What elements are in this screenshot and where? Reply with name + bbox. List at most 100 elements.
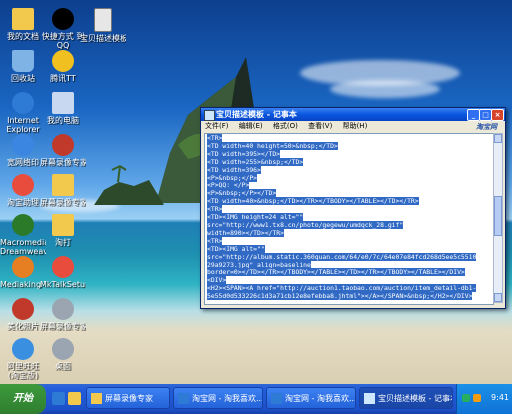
- code-line-text: <TD><IMG alt="": [207, 244, 265, 253]
- text-document-icon: [94, 8, 112, 32]
- notepad-window[interactable]: 宝贝描述模板 - 记事本 _ □ × 文件(F) 编辑(E) 格式(O) 查看(…: [200, 107, 506, 309]
- notepad-titlebar[interactable]: 宝贝描述模板 - 记事本 _ □ ×: [201, 108, 505, 121]
- aliwangwang-icon: [12, 338, 34, 360]
- task-screen-recorder[interactable]: 屏幕录像专家: [86, 387, 170, 409]
- code-line-text: <P>QQ: </P>: [207, 181, 250, 190]
- menu-bar: 文件(F) 编辑(E) 格式(O) 查看(V) 帮助(H) 淘宝网: [201, 121, 505, 132]
- shortcut-label: MkTalkSetup...: [40, 280, 86, 289]
- setup-icon: [52, 256, 74, 278]
- shortcut-label: 我的电脑: [47, 116, 79, 125]
- qq-penguin-icon: [52, 8, 74, 30]
- start-button[interactable]: 开始: [0, 384, 46, 414]
- task-notepad[interactable]: 宝贝描述模板 - 记事本: [359, 387, 453, 409]
- my-computer-icon: [52, 92, 74, 114]
- code-line-text: <TR>: [207, 205, 223, 214]
- recycle-bin-icon: [12, 50, 34, 72]
- code-line-text: <TD><IMG height=24 alt="": [207, 213, 304, 222]
- code-line-text: <TD width=40>&nbsp;</TD></TR></TBODY></T…: [207, 197, 419, 206]
- ie-icon: [271, 393, 282, 404]
- desktop-shortcut[interactable]: 桌面: [40, 338, 86, 371]
- network-icon: [12, 134, 34, 156]
- code-line: <TD width=40>&nbsp;</TD></TR></TBODY></T…: [207, 197, 491, 206]
- code-line-text: src="http://www1.tx8.cn/photo/gegewu/umd…: [207, 220, 404, 229]
- menu-format[interactable]: 格式(O): [273, 121, 298, 132]
- shortcut-label: 淘打: [55, 238, 71, 247]
- desktop-shortcut[interactable]: 我的电脑: [40, 92, 86, 125]
- clock: 9:41: [491, 393, 509, 402]
- code-line: 5e55d0d533226c1d3a71cb12e8efebba8.jhtml"…: [207, 292, 491, 301]
- selected-html-source: <TR> <TD width=40 height=50>&nbsp;</TD> <T…: [205, 134, 493, 302]
- photo-editor-icon: [12, 298, 34, 320]
- code-line-text: border=0></TD></TR></TBODY></TABLE></TD>…: [207, 268, 465, 277]
- close-button[interactable]: ×: [491, 109, 504, 121]
- notepad-icon: [364, 393, 375, 404]
- quicklaunch-ie-icon[interactable]: [52, 392, 65, 405]
- menu-edit[interactable]: 编辑(E): [239, 121, 263, 132]
- tray-volume-icon[interactable]: [473, 394, 481, 402]
- shortcut-label: 桌面: [55, 362, 71, 371]
- shortcut-label-line2: Explorer: [6, 125, 40, 134]
- dreamweaver-icon: [12, 214, 34, 236]
- desktop-shortcut[interactable]: MkTalkSetup...: [40, 256, 86, 289]
- code-line: width=890></TD></TR>: [207, 228, 491, 238]
- brand-logo: 淘宝网: [476, 123, 497, 131]
- quicklaunch-folder-icon[interactable]: [68, 392, 81, 405]
- code-line: <P>&nbsp;</P>: [207, 173, 491, 183]
- folder-icon: [52, 174, 74, 196]
- code-line-text: <TD width=255>&nbsp;</TD>: [207, 157, 304, 166]
- code-line-text: width=890></TD></TR>: [207, 228, 284, 237]
- shortcut-label-line2: Dreamweave...: [0, 247, 46, 256]
- code-line-text: <H2><SPAN><A href="http://auction1.taoba…: [207, 284, 477, 293]
- shortcut-label-line2: (淘宝版): [7, 371, 39, 380]
- menu-help[interactable]: 帮助(H): [343, 121, 368, 132]
- desktop-icon: [52, 338, 74, 360]
- task-taobao-browser-2[interactable]: 淘宝网 - 淘我喜欢...: [266, 387, 356, 409]
- shortcut-label: 屏幕录像专家: [40, 158, 86, 167]
- folder-icon: [91, 393, 102, 404]
- desktop-shortcut[interactable]: 屏幕录像专家: [40, 134, 86, 167]
- folder-icon: [52, 214, 74, 236]
- shortcut-label: 屏幕录像专家: [40, 198, 86, 207]
- desktop-shortcut[interactable]: 腾讯TT: [40, 50, 86, 83]
- code-line-text: <P>&nbsp;</P></TD>: [207, 189, 277, 198]
- tencent-tt-icon: [52, 50, 74, 72]
- window-title: 宝贝描述模板 - 记事本: [216, 110, 297, 119]
- notepad-icon: [204, 110, 215, 121]
- menu-file[interactable]: 文件(F): [205, 121, 229, 132]
- code-line-text: <TD width=395></TD>: [207, 149, 281, 158]
- taobao-assistant-icon: [12, 174, 34, 196]
- desktop-shortcut[interactable]: 屏幕录像专家V2: [40, 298, 86, 331]
- small-island-graphic: [94, 165, 164, 205]
- shortcut-label: 宝贝描述模板: [80, 34, 126, 43]
- shortcut-label: 腾讯TT: [50, 74, 76, 83]
- code-line-text: <TR>: [207, 236, 223, 245]
- scroll-thumb[interactable]: [494, 196, 502, 236]
- task-taobao-browser-1[interactable]: 淘宝网 - 淘我喜欢...: [173, 387, 263, 409]
- scroll-up-button[interactable]: [494, 134, 502, 143]
- code-line-text: <P>&nbsp;</P>: [207, 173, 258, 182]
- scroll-down-button[interactable]: [494, 293, 502, 302]
- text-edit-area[interactable]: <TR> <TD width=40 height=50>&nbsp;</TD> <T…: [204, 133, 494, 305]
- code-line-text: src="http://album.static.360quan.com/64/…: [207, 252, 477, 261]
- video-file-icon: [52, 298, 74, 320]
- taskbar: 开始 屏幕录像专家 淘宝网 - 淘我喜欢... 淘宝网 - 淘我喜欢... 宝贝…: [0, 384, 512, 414]
- shortcut-label: 屏幕录像专家V2: [40, 322, 86, 331]
- desktop-shortcut[interactable]: 淘打: [40, 214, 86, 247]
- menu-view[interactable]: 查看(V): [308, 121, 332, 132]
- code-line-text: <TD width=40 height=50>&nbsp;</TD>: [207, 141, 338, 150]
- code-line-text: 29a9273.jpg" align=baseline: [207, 260, 311, 269]
- code-line-text: <TR>: [207, 134, 223, 142]
- internet-explorer-icon: [12, 92, 34, 114]
- desktop-shortcut[interactable]: 屏幕录像专家: [40, 174, 86, 207]
- tray-network-icon[interactable]: [462, 394, 470, 402]
- code-line-text: <DIV>: [207, 276, 227, 285]
- desktop-shortcut[interactable]: 宝贝描述模板: [80, 8, 126, 43]
- screen-recorder-icon: [52, 134, 74, 156]
- folder-documents-icon: [12, 8, 34, 30]
- code-line-text: 5e55d0d533226c1d3a71cb12e8efebba8.jhtml"…: [207, 292, 473, 301]
- mediaking-icon: [12, 256, 34, 278]
- code-line: border=0></TD></TR></TBODY></TABLE></TD>…: [207, 268, 491, 277]
- vertical-scrollbar[interactable]: [493, 133, 503, 303]
- ie-icon: [178, 393, 189, 404]
- system-tray: 9:41: [456, 384, 512, 414]
